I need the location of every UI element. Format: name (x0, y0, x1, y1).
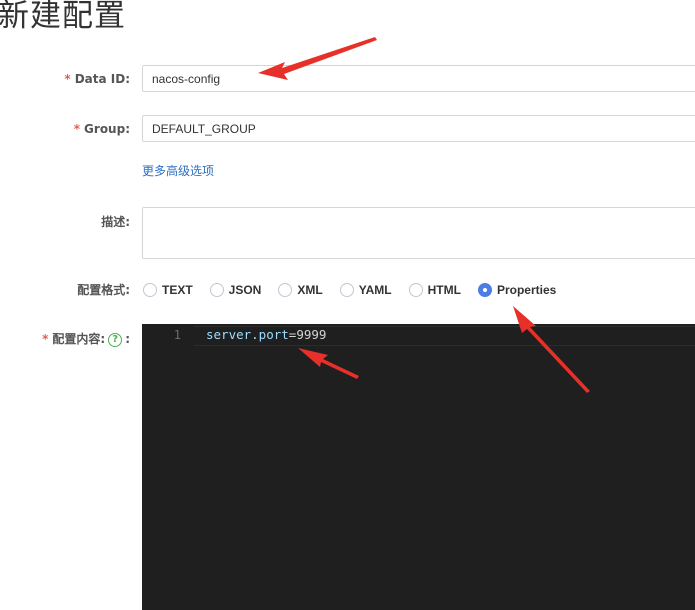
code-line[interactable]: server.port=9999 (206, 327, 326, 343)
data-id-label: * Data ID: (64, 72, 130, 86)
data-id-input[interactable] (142, 65, 695, 92)
help-icon[interactable]: ? (108, 332, 123, 347)
content-label: * 配置内容:?: (42, 332, 130, 347)
code-value: 9999 (296, 327, 327, 342)
required-mark: * (73, 122, 81, 136)
required-mark: * (64, 72, 71, 86)
radio-button[interactable] (209, 283, 224, 297)
required-mark: * (42, 332, 49, 346)
format-option-json[interactable]: JSON (209, 283, 261, 297)
advanced-options-link[interactable]: 更多高级选项 (142, 163, 214, 179)
radio-button[interactable] (278, 283, 293, 297)
group-input[interactable] (142, 115, 695, 142)
radio-button[interactable] (143, 283, 157, 297)
line-number: 1 (173, 328, 181, 342)
format-option-html[interactable]: HTML (408, 283, 461, 297)
format-option-xml[interactable]: XML (278, 283, 323, 297)
code-key: server.port (206, 327, 289, 342)
format-option-yaml[interactable]: YAML (339, 283, 392, 297)
format-option-text[interactable]: TEXT (143, 283, 193, 297)
format-radio-group: TEXT JSON XML YAML HTML Properties (143, 281, 573, 299)
group-label: * Group: (73, 122, 130, 136)
format-label: 配置格式: (77, 283, 130, 297)
new-config-page: 新建配置 *Data ID: *Group: 更多高级选项 描述: 配置格式: … (0, 0, 695, 610)
radio-button-selected[interactable] (477, 283, 492, 297)
radio-button[interactable] (408, 283, 423, 297)
description-textarea[interactable] (142, 207, 695, 259)
code-editor[interactable]: 1 server.port=9999 (142, 324, 695, 610)
format-option-properties[interactable]: Properties (477, 283, 556, 297)
radio-button[interactable] (339, 283, 354, 297)
editor-gutter: 1 (142, 324, 194, 610)
page-title: 新建配置 (0, 0, 126, 34)
description-label: 描述: (101, 215, 130, 229)
